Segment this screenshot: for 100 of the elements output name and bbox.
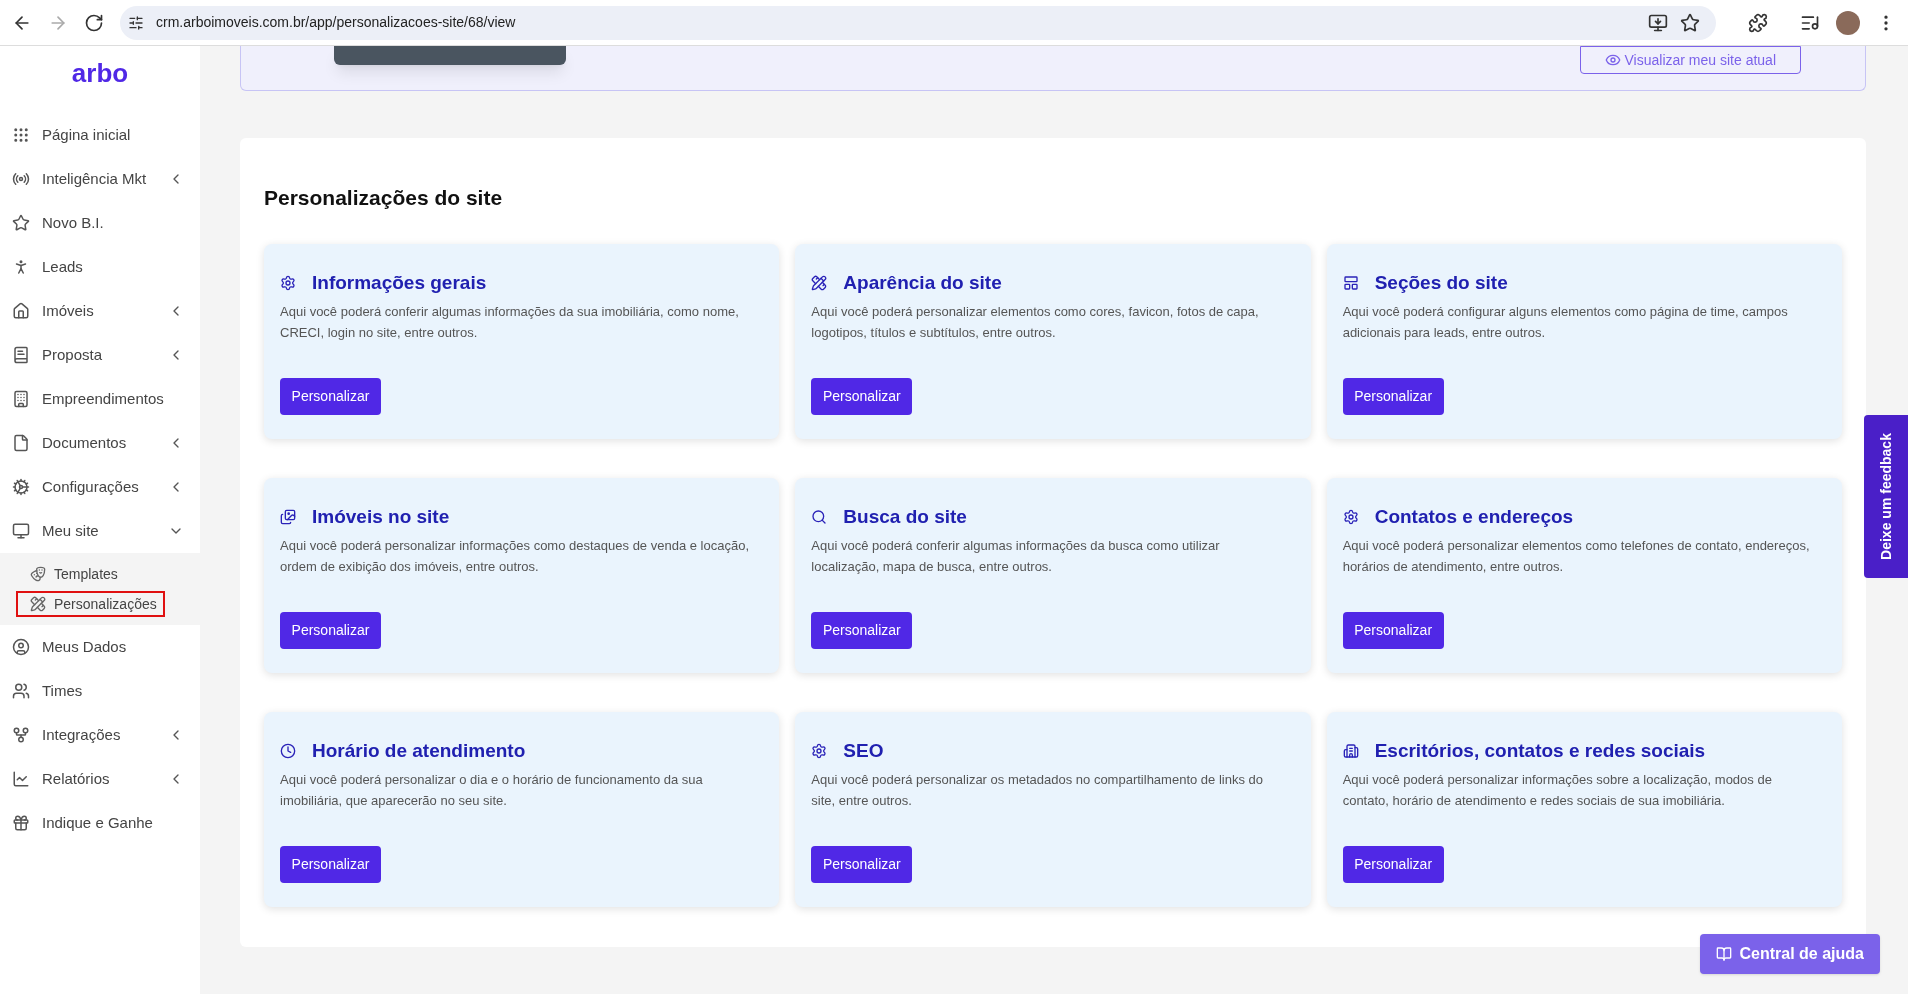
card-description: Aqui você poderá conferir algumas informações da sua imobiliária, como nome, CRECI, login no site, entre outros. [280, 303, 740, 342]
nav-label: Inteligência Mkt [42, 168, 147, 189]
feedback-label: Deixe um feedback [1876, 433, 1895, 560]
sidebar-item[interactable]: Indique e Ganhe [0, 801, 200, 845]
extensions-icon[interactable] [1748, 12, 1768, 33]
card-title: Busca do site [843, 504, 967, 529]
sidebar-item[interactable]: Leads [0, 245, 200, 289]
nav-icon [12, 726, 30, 744]
avatar[interactable] [1836, 10, 1860, 35]
feedback-tab[interactable]: Deixe um feedback [1864, 415, 1908, 578]
eye-icon [1604, 52, 1621, 68]
nav-label: Integrações [42, 724, 121, 745]
nav-icon [12, 390, 30, 408]
nav-label: Página inicial [42, 124, 131, 145]
sidebar-item[interactable]: Novo B.I. [0, 201, 200, 245]
customize-button[interactable]: Personalizar [1342, 377, 1444, 415]
card-description: Aqui você poderá personalizar os metadados no compartilhamento de links do site, entre outros. [811, 771, 1264, 810]
card-description: Aqui você poderá personalizar informações sobre a localização, modos de contato, horário de atendimento e redes sociais de sua imobiliária. [1342, 771, 1773, 810]
nav-icon [12, 770, 30, 788]
view-site-button[interactable]: Visualizar meu site atual [1579, 46, 1801, 74]
building-icon [1342, 742, 1359, 759]
nav-icon [12, 682, 30, 700]
nav-icon [12, 302, 30, 320]
gear-icon [811, 742, 828, 759]
gear-icon [280, 274, 296, 291]
sidebar-item[interactable]: Documentos [0, 421, 200, 465]
site-settings-icon[interactable] [128, 14, 144, 31]
nav-label: Relatórios [42, 768, 110, 789]
nav-icon [12, 170, 30, 188]
sidebar-item[interactable]: Empreendimentos [0, 377, 200, 421]
reload-icon[interactable] [84, 12, 104, 33]
nav-label: Novo B.I. [42, 212, 104, 233]
card-title: SEO [843, 738, 884, 763]
sidebar-item[interactable]: Meus Dados [0, 625, 200, 669]
nav-label: Meus Dados [42, 636, 127, 657]
clock-icon [280, 742, 296, 759]
nav-icon [12, 126, 30, 144]
card-title: Seções do site [1374, 270, 1508, 295]
submenu-item[interactable]: Templates [16, 561, 165, 587]
masks-icon [30, 566, 46, 582]
sidebar-item[interactable]: Imóveis [0, 289, 200, 333]
customize-button[interactable]: Personalizar [811, 611, 913, 649]
sidebar-item[interactable]: Página inicial [0, 113, 200, 157]
customize-button[interactable]: Personalizar [811, 377, 913, 415]
sidebar-item[interactable]: Inteligência Mkt [0, 157, 200, 201]
sidebar-item[interactable]: Integrações [0, 713, 200, 757]
nav-label: Empreendimentos [42, 388, 164, 409]
card-title: Escritórios, contatos e redes sociais [1374, 738, 1706, 763]
card-description: Aqui você poderá personalizar elementos como telefones de contato, endereços, horários de atendimento, entre outros. [1342, 537, 1811, 576]
nav-label: Leads [42, 256, 83, 277]
customize-button[interactable]: Personalizar [280, 845, 381, 883]
submenu-item[interactable]: Personalizações [16, 591, 165, 617]
nav-label: Imóveis [42, 300, 94, 321]
submenu-label: Personalizações [54, 594, 157, 614]
sidebar-item[interactable]: Times [0, 669, 200, 713]
customize-button[interactable]: Personalizar [811, 845, 913, 883]
card-description: Aqui você poderá personalizar o dia e o horário de funcionamento da sua imobiliária, que aparecerão no seu site. [280, 771, 704, 810]
nav-icon [12, 814, 30, 832]
sidebar-item[interactable]: Configurações [0, 465, 200, 509]
nav-icon [12, 522, 30, 540]
install-icon[interactable] [1648, 12, 1668, 33]
nav-icon [12, 638, 30, 656]
layout-icon [1342, 274, 1359, 291]
card-title: Imóveis no site [312, 504, 450, 529]
card-title: Aparência do site [843, 270, 1002, 295]
section-title: Personalizações do site [264, 185, 504, 211]
nav-icon [12, 214, 30, 232]
nav-icon [12, 478, 30, 496]
card-description: Aqui você poderá conferir algumas informações da busca como utilizar localização, mapa de busca, entre outros. [811, 537, 1221, 576]
pencil-ruler-icon [811, 274, 828, 291]
help-button[interactable]: Central de ajuda [1699, 934, 1880, 974]
card-title: Informações gerais [312, 270, 487, 295]
customize-button[interactable]: Personalizar [1342, 845, 1444, 883]
card-title: Horário de atendimento [312, 738, 526, 763]
bookmark-icon[interactable] [1680, 12, 1700, 33]
customize-button[interactable]: Personalizar [280, 377, 381, 415]
nav-label: Configurações [42, 476, 139, 497]
search-icon [811, 508, 828, 525]
nav-label: Meu site [42, 520, 99, 541]
customize-button[interactable]: Personalizar [1342, 611, 1444, 649]
card-title: Contatos e endereços [1374, 504, 1574, 529]
gear-icon [1342, 508, 1359, 525]
sidebar-item[interactable]: Relatórios [0, 757, 200, 801]
logo[interactable]: arbo [0, 54, 200, 93]
pencil-ruler-icon [30, 596, 46, 612]
images-icon [280, 508, 296, 525]
sidebar-item[interactable]: Proposta [0, 333, 200, 377]
card-description: Aqui você poderá personalizar elementos como cores, favicon, fotos de capa, logotipos, títulos e subtítulos, entre outros. [811, 303, 1260, 342]
customize-button[interactable]: Personalizar [280, 611, 381, 649]
sidebar-item[interactable]: Meu site [0, 509, 200, 553]
url-text: crm.arboimoveis.com.br/app/personalizacoes-site/68/view [156, 13, 516, 32]
book-icon [1715, 946, 1732, 962]
nav-icon [12, 434, 30, 452]
card-description: Aqui você poderá configurar alguns elementos como página de time, campos adicionais para leads, entre outros. [1342, 303, 1789, 342]
nav-label: Proposta [42, 344, 103, 365]
nav-label: Indique e Ganhe [42, 812, 153, 833]
address-bar[interactable]: crm.arboimoveis.com.br/app/personalizacoes-site/68/view [120, 5, 1716, 40]
card-description: Aqui você poderá personalizar informações como destaques de venda e locação, ordem de exibição dos imóveis, entre outros. [280, 537, 750, 576]
submenu-label: Templates [54, 564, 118, 584]
nav-icon [12, 346, 30, 364]
